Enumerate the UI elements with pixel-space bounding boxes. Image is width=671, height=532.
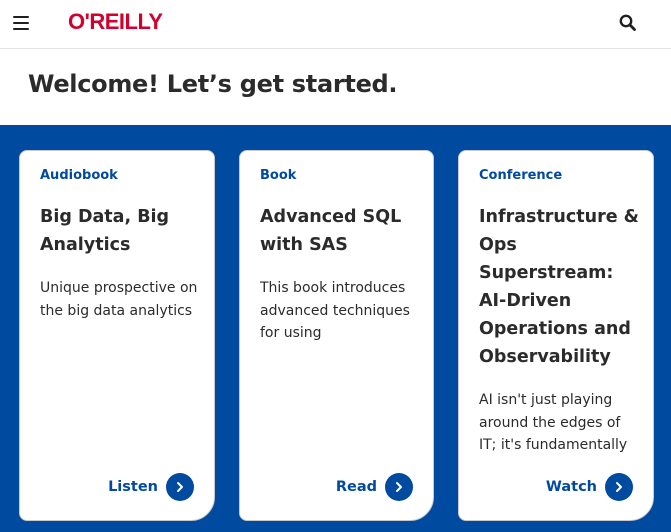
card-title[interactable]: Infrastructure & Ops Superstream: AI-Dri… [479, 203, 639, 371]
content-card-conference[interactable]: Conference Infrastructure & Ops Superstr… [458, 150, 654, 521]
chevron-right-icon[interactable] [166, 473, 194, 501]
content-card-book[interactable]: Book Advanced SQL with SAS This book int… [239, 150, 434, 521]
read-button-label[interactable]: Read [336, 479, 377, 495]
card-title[interactable]: Advanced SQL with SAS [260, 203, 419, 259]
hamburger-menu-icon[interactable] [13, 16, 29, 30]
search-icon[interactable] [618, 13, 638, 33]
card-type-label: Conference [479, 168, 563, 183]
read-button[interactable]: Read [336, 473, 413, 501]
card-description: AI isn't just playing around the edges o… [479, 392, 628, 453]
chevron-right-icon[interactable] [605, 473, 633, 501]
watch-button-label[interactable]: Watch [546, 479, 597, 495]
card-title[interactable]: Big Data, Big Analytics [40, 203, 200, 259]
card-type-label: Book [260, 168, 297, 183]
welcome-heading: Welcome! Let’s get started. [28, 70, 398, 98]
card-description: This book introduces advanced techniques… [260, 280, 410, 341]
watch-button[interactable]: Watch [546, 473, 633, 501]
top-navigation-bar: O'REILLY [0, 0, 671, 49]
oreilly-logo[interactable]: O'REILLY [68, 9, 163, 35]
content-card-audiobook[interactable]: Audiobook Big Data, Big Analytics Unique… [19, 150, 215, 521]
listen-button-label[interactable]: Listen [108, 479, 158, 495]
card-description: Unique prospective on the big data analy… [40, 280, 198, 319]
listen-button[interactable]: Listen [108, 473, 194, 501]
card-type-label: Audiobook [40, 168, 118, 183]
chevron-right-icon[interactable] [385, 473, 413, 501]
